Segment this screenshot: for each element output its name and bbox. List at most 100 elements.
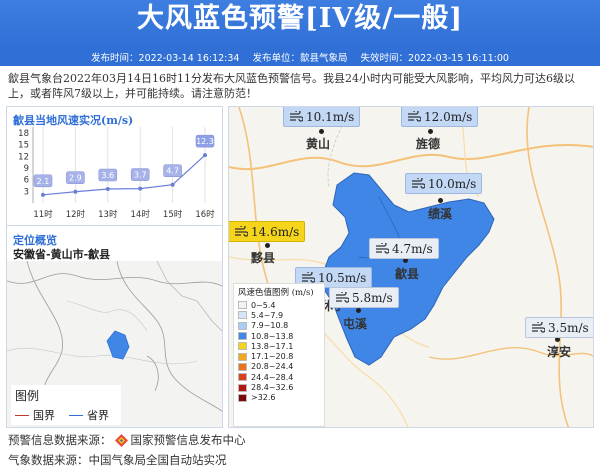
legend-swatch <box>238 352 247 361</box>
location-section: 定位概览 安徽省-黄山市-歙县 <box>7 225 222 265</box>
legend-label: 7.9~10.8 <box>251 321 289 331</box>
wind-icon <box>408 111 421 122</box>
legend-row: 7.9~10.8 <box>234 321 324 331</box>
data-point <box>73 189 78 194</box>
wind-box-shexian: 4.7m/s <box>369 238 439 259</box>
legend-swatch <box>238 393 247 402</box>
wind-value-huangshan: 10.1m/s <box>306 109 355 124</box>
data-point <box>203 153 207 158</box>
legend-swatch <box>238 332 247 341</box>
station-dot-huangshan <box>319 129 324 134</box>
legend-swatch <box>238 321 247 330</box>
wind-icon <box>532 322 545 333</box>
meta-bar: 发布时间：2022-03-14 16:12:34 发布单位：歙县气象局 失效时间… <box>0 52 600 66</box>
wind-box-tunxi: 5.8m/s <box>329 287 399 308</box>
wind-chart-svg: 36 9 1215 18 11时 12时 13时 14时 15时 16时 2.1 2.9 3.6 3.7 4… <box>18 127 215 220</box>
legend-label: 13.8~17.1 <box>251 341 294 351</box>
legend-label: 28.4~32.6 <box>251 383 294 393</box>
warning-map: 黄山 旌德 绩溪 黟县 歙县 休宁 屯溪 淳安 10.1m/s 12.0m/s … <box>228 106 594 428</box>
warning-center-logo-icon <box>114 433 128 447</box>
wind-box-jingde: 12.0m/s <box>401 107 479 127</box>
legend-swatch <box>238 342 247 351</box>
legend-swatch <box>238 373 247 382</box>
data-label: 4.7 <box>166 167 179 176</box>
legend-row: 17.1~20.8 <box>234 351 324 361</box>
wind-icon <box>302 272 315 283</box>
legend-label: >32.6 <box>251 393 276 403</box>
legend-swatch <box>238 301 247 310</box>
wind-icon <box>336 292 349 303</box>
province-border-line <box>69 414 83 416</box>
weather-source: 气象数据来源：中国气象局全国自动站实况 <box>8 453 227 467</box>
wind-chart: 歙县当地风速实况(m/s) 3 6 9 12 15 18 11时 12时 13时 14时 15时 16… <box>7 107 222 225</box>
warning-source-name: 国家预警信息发布中心 <box>130 433 246 447</box>
legend-label: 0~5.4 <box>251 300 276 310</box>
legend-label: 20.8~24.4 <box>251 362 294 372</box>
data-label: 3.7 <box>134 171 147 180</box>
minimap-legend-title: 图例 <box>15 389 40 403</box>
x-tick-label: 15时 <box>163 209 183 220</box>
place-chunan: 淳安 <box>547 345 572 359</box>
wind-box-huangshan: 10.1m/s <box>283 107 361 127</box>
wind-value-yixian: 14.6m/s <box>251 224 300 239</box>
overview-minimap: 图例 国界 省界 <box>7 261 222 427</box>
wind-value-shexian: 4.7m/s <box>392 241 433 256</box>
wind-legend-rows: 0~5.4 5.4~7.9 7.9~10.8 10.8~13.8 13.8~17.1 17… <box>234 300 324 403</box>
province-border-label: 省界 <box>87 409 109 422</box>
station-dot-tunxi <box>356 308 361 313</box>
data-label: 2.1 <box>37 177 50 186</box>
publisher: 发布单位：歙县气象局 <box>252 53 348 64</box>
legend-row: 5.4~7.9 <box>234 310 324 320</box>
x-tick-label: 14时 <box>131 209 151 220</box>
legend-row: 24.4~28.4 <box>234 372 324 382</box>
station-dot-yixian <box>265 243 270 248</box>
wind-value-jixi: 10.0m/s <box>428 176 477 191</box>
station-dot-jixi <box>438 198 443 203</box>
wind-legend-title: 风速色值图例 (m/s) <box>238 288 314 298</box>
place-jixi: 绩溪 <box>428 207 453 221</box>
x-tick-label: 11时 <box>33 209 53 220</box>
data-point <box>138 186 143 191</box>
data-point <box>105 187 110 191</box>
wind-speed-legend: 风速色值图例 (m/s) 0~5.4 5.4~7.9 7.9~10.8 10.8~13… <box>233 283 325 427</box>
national-border-label: 国界 <box>33 409 55 422</box>
legend-label: 17.1~20.8 <box>251 352 294 362</box>
legend-label: 10.8~13.8 <box>251 331 294 341</box>
wind-icon <box>290 111 303 122</box>
warning-source: 预警信息数据来源： 国家预警信息发布中心 <box>8 432 246 448</box>
wind-icon <box>412 178 425 189</box>
legend-row: 20.8~24.4 <box>234 362 324 372</box>
legend-row: >32.6 <box>234 393 324 403</box>
place-huangshan: 黄山 <box>306 137 331 151</box>
place-jingde: 旌德 <box>416 137 441 151</box>
wind-box-jixi: 10.0m/s <box>405 173 483 194</box>
wind-value-tunxi: 5.8m/s <box>352 290 393 305</box>
legend-swatch <box>238 362 247 371</box>
y-tick-label: 18 <box>18 129 29 139</box>
wind-value-xiuning: 10.5m/s <box>318 270 367 285</box>
x-tick-label: 13时 <box>98 209 118 220</box>
y-tick-label: 9 <box>24 164 29 174</box>
station-dot-jingde <box>428 129 433 134</box>
data-label: 12.3 <box>196 137 214 146</box>
warning-description: 歙县气象台2022年03月14日16时11分发布大风蓝色预警信号。我县24小时内… <box>8 72 575 100</box>
wind-value-chunan: 3.5m/s <box>548 320 589 335</box>
y-tick-label: 6 <box>24 176 29 186</box>
warning-source-label: 预警信息数据来源： <box>8 433 112 447</box>
legend-row: 10.8~13.8 <box>234 331 324 341</box>
place-yixian: 黟县 <box>251 251 276 265</box>
legend-swatch <box>238 311 247 320</box>
expire-time: 失效时间：2022-03-15 16:11:00 <box>360 53 509 64</box>
location-path: 安徽省-黄山市-歙县 <box>13 248 111 261</box>
data-label: 2.9 <box>69 174 82 183</box>
legend-label: 24.4~28.4 <box>251 372 294 382</box>
data-label: 3.6 <box>101 171 114 180</box>
place-tunxi: 屯溪 <box>343 317 368 331</box>
legend-label: 5.4~7.9 <box>251 310 284 320</box>
y-tick-label: 3 <box>24 187 29 197</box>
legend-national-border: 国界 <box>15 407 55 423</box>
legend-row: 13.8~17.1 <box>234 341 324 351</box>
wind-box-chunan: 3.5m/s <box>525 317 593 338</box>
publish-time: 发布时间：2022-03-14 16:12:34 <box>91 53 240 64</box>
legend-swatch <box>238 383 247 392</box>
